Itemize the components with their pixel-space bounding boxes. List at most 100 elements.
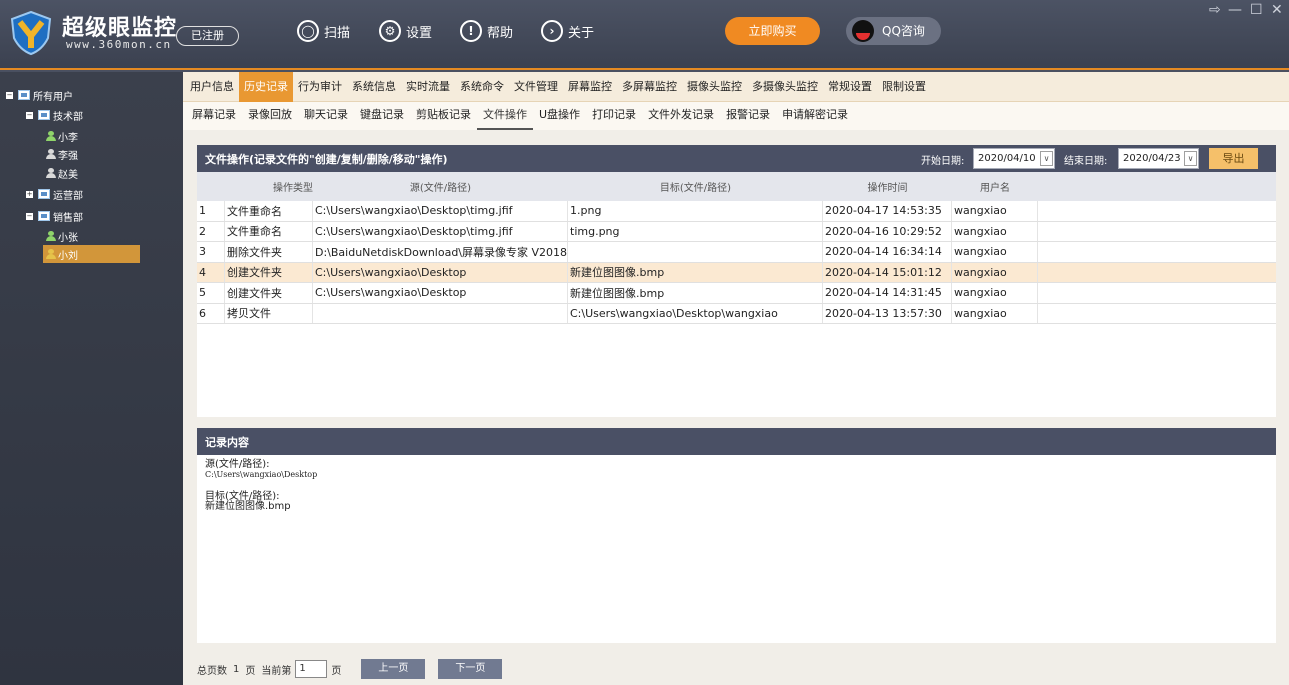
table-row[interactable]: 5 创建文件夹 C:\Users\wangxiao\Desktop 新建位图图像… [197, 283, 1276, 304]
cell-source: C:\Users\wangxiao\Desktop\timg.jfif [313, 201, 568, 221]
minimize-icon[interactable]: — [1228, 2, 1242, 18]
column-time[interactable]: 操作时间 [823, 179, 952, 194]
tree-root[interactable]: − 所有用户 [6, 86, 73, 104]
tree-group-tech[interactable]: − 技术部 [26, 106, 83, 124]
about-icon: › [541, 20, 563, 42]
tab-screen-monitor[interactable]: 屏幕监控 [563, 72, 617, 102]
subtab-file-ops[interactable]: 文件操作 [477, 102, 533, 130]
subtab-print[interactable]: 打印记录 [586, 102, 642, 130]
cell-user: wangxiao [952, 283, 1038, 303]
expand-icon[interactable]: + [26, 190, 33, 198]
cell-op-type: 创建文件夹 [225, 283, 313, 303]
tree-user[interactable]: 小李 [46, 127, 78, 145]
table-row[interactable]: 1 文件重命名 C:\Users\wangxiao\Desktop\timg.j… [197, 201, 1276, 222]
tab-history[interactable]: 历史记录 [239, 71, 293, 102]
total-pages-label: 总页数 [197, 665, 227, 677]
panel-header: 文件操作(记录文件的"创建/复制/删除/移动"操作) 开始日期: 2020/04… [197, 145, 1276, 172]
cell-empty [1038, 242, 1276, 262]
buy-now-button[interactable]: 立即购买 [725, 17, 820, 45]
user-icon [46, 168, 56, 178]
column-user[interactable]: 用户名 [952, 179, 1038, 194]
cell-op-type: 文件重命名 [225, 201, 313, 221]
cell-source: D:\BaiduNetdiskDownload\屏幕录像专家 V201810 [313, 242, 568, 262]
chevron-down-icon[interactable]: ∨ [1040, 151, 1053, 166]
table-row[interactable]: 6 拷贝文件 C:\Users\wangxiao\Desktop\wangxia… [197, 303, 1276, 324]
tab-multi-screen[interactable]: 多屏幕监控 [617, 72, 682, 102]
table-row-selected[interactable]: 4 创建文件夹 C:\Users\wangxiao\Desktop 新建位图图像… [197, 262, 1276, 283]
tree-group-sales[interactable]: − 销售部 [26, 207, 83, 225]
tab-file-manager[interactable]: 文件管理 [509, 72, 563, 102]
tab-general-settings[interactable]: 常规设置 [823, 72, 877, 102]
export-button[interactable]: 导出 [1209, 148, 1258, 169]
detail-header: 记录内容 [197, 428, 1276, 455]
subtab-alarm[interactable]: 报警记录 [720, 102, 776, 130]
table-row[interactable]: 3 删除文件夹 D:\BaiduNetdiskDownload\屏幕录像专家 V… [197, 242, 1276, 263]
collapse-icon[interactable]: − [6, 91, 13, 99]
subtab-decrypt-request[interactable]: 申请解密记录 [776, 102, 854, 130]
tree-root-label: 所有用户 [33, 91, 73, 103]
close-icon[interactable]: ✕ [1271, 2, 1283, 18]
search-icon: ◯ [297, 20, 319, 42]
tree-group-ops[interactable]: + 运营部 [26, 185, 83, 203]
qq-consult-button[interactable]: QQ咨询 [846, 17, 941, 45]
collapse-icon[interactable]: − [26, 212, 33, 220]
nav-about-label: 关于 [568, 25, 595, 41]
subtab-file-outgoing[interactable]: 文件外发记录 [642, 102, 720, 130]
next-page-button[interactable]: 下一页 [438, 659, 503, 679]
file-ops-table: 1 文件重命名 C:\Users\wangxiao\Desktop\timg.j… [197, 201, 1276, 417]
user-icon [46, 231, 56, 241]
current-page-input[interactable]: 1 [295, 660, 328, 678]
nav-scan-label: 扫描 [324, 25, 351, 41]
column-op-type[interactable]: 操作类型 [225, 179, 313, 194]
registered-badge[interactable]: 已注册 [176, 26, 239, 46]
cell-index: 6 [197, 303, 225, 323]
user-tree: − 所有用户 − 技术部 小李 李强 赵美 + 运营部 − 销售部 小张 小刘 [0, 72, 183, 685]
subtab-keyboard[interactable]: 键盘记录 [354, 102, 410, 130]
tree-user[interactable]: 小张 [46, 227, 78, 245]
end-date-picker[interactable]: 2020/04/23 ∨ [1118, 148, 1199, 169]
help-icon: ! [460, 20, 482, 42]
tree-user[interactable]: 赵美 [46, 164, 78, 182]
tab-system-command[interactable]: 系统命令 [455, 72, 509, 102]
tab-realtime-traffic[interactable]: 实时流量 [401, 72, 455, 102]
tab-behavior-audit[interactable]: 行为审计 [293, 72, 347, 102]
prev-page-button[interactable]: 上一页 [361, 659, 426, 679]
cell-empty [1038, 222, 1276, 242]
logout-icon[interactable]: ⇨ [1209, 2, 1221, 18]
tab-user-info[interactable]: 用户信息 [185, 72, 239, 102]
file-ops-panel: 文件操作(记录文件的"创建/复制/删除/移动"操作) 开始日期: 2020/04… [197, 145, 1276, 417]
nav-help[interactable]: ! 帮助 [460, 18, 513, 44]
tree-user-selected[interactable]: 小刘 [43, 245, 140, 263]
cell-user: wangxiao [952, 303, 1038, 323]
qq-label: QQ咨询 [882, 24, 925, 38]
start-date-picker[interactable]: 2020/04/10 ∨ [973, 148, 1055, 169]
column-source[interactable]: 源(文件/路径) [313, 179, 568, 194]
tab-restrictions[interactable]: 限制设置 [877, 72, 931, 102]
tree-user[interactable]: 李强 [46, 145, 78, 163]
current-page-label: 当前第 [261, 665, 292, 677]
table-row[interactable]: 2 文件重命名 C:\Users\wangxiao\Desktop\timg.j… [197, 221, 1276, 242]
tree-user-label: 赵美 [58, 169, 78, 181]
chevron-down-icon[interactable]: ∨ [1184, 151, 1197, 166]
cell-index: 5 [197, 283, 225, 303]
collapse-icon[interactable]: − [26, 111, 33, 119]
tab-multi-camera[interactable]: 多摄像头监控 [747, 72, 823, 102]
cell-source: C:\Users\wangxiao\Desktop [313, 262, 568, 282]
subtab-playback[interactable]: 录像回放 [242, 102, 298, 130]
subtab-usb[interactable]: U盘操作 [533, 102, 586, 130]
nav-scan[interactable]: ◯ 扫描 [297, 18, 350, 44]
detail-dst-value: 新建位图图像.bmp [205, 501, 291, 512]
subtab-clipboard[interactable]: 剪贴板记录 [410, 102, 477, 130]
cell-empty [1038, 263, 1276, 283]
column-target[interactable]: 目标(文件/路径) [568, 179, 823, 194]
cell-time: 2020-04-14 14:31:45 [823, 283, 952, 303]
maximize-icon[interactable]: ☐ [1250, 2, 1263, 18]
cell-source: C:\Users\wangxiao\Desktop [313, 283, 568, 303]
nav-about[interactable]: › 关于 [541, 18, 594, 44]
nav-settings[interactable]: ⚙ 设置 [379, 18, 432, 44]
subtab-chat[interactable]: 聊天记录 [298, 102, 354, 130]
tab-system-info[interactable]: 系统信息 [347, 72, 401, 102]
computer-icon [38, 211, 50, 221]
subtab-screen-record[interactable]: 屏幕记录 [186, 102, 242, 130]
tab-camera[interactable]: 摄像头监控 [682, 72, 747, 102]
